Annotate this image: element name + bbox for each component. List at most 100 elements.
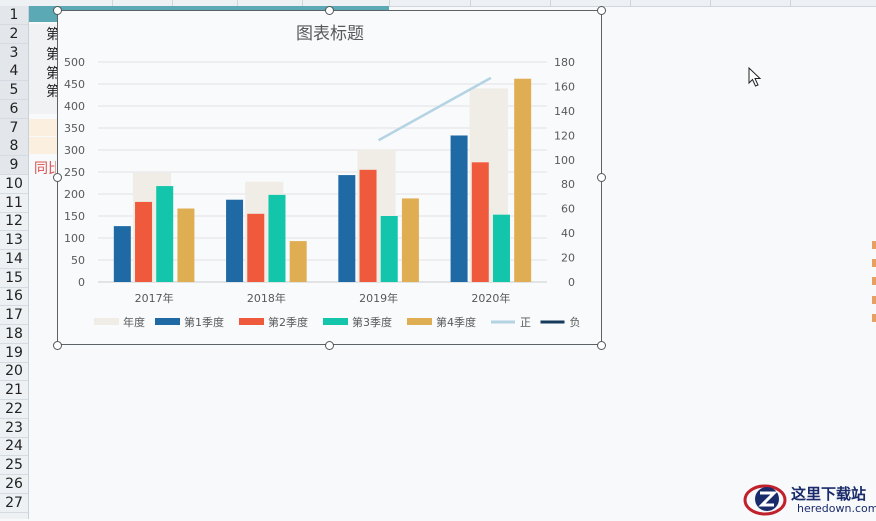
chart-area[interactable]: 图表标题 0 50 100 150 200 250 300 350 400 450 500 0 20 4… [57,10,602,345]
row-number[interactable]: 20 [0,362,28,382]
combo-chart: 图表标题 0 50 100 150 200 250 300 350 400 450 500 0 20 4… [64,24,581,329]
legend-label[interactable]: 第3季度 [352,315,392,329]
row-number[interactable]: 5 [0,81,28,100]
resize-handle-top-right[interactable] [597,6,606,15]
left-axis-tick-label: 50 [71,254,85,267]
right-axis-tick-label: 40 [561,227,575,240]
row-number[interactable]: 13 [0,231,28,250]
resize-handle-right[interactable] [597,173,606,182]
bar-第4季度[interactable] [289,241,307,282]
offscreen-cell-marker [872,296,876,304]
column-divider [630,0,631,6]
left-axis-tick-label: 450 [64,78,85,91]
resize-handle-bottom-right[interactable] [597,341,606,350]
legend-label[interactable]: 负 [570,315,581,329]
legend-label[interactable]: 第1季度 [184,315,224,329]
left-axis-tick-label: 150 [64,210,85,223]
bar-第4季度[interactable] [177,208,195,282]
row-number[interactable]: 21 [0,381,28,400]
bar-第1季度[interactable] [338,175,356,282]
bar-第3季度[interactable] [380,216,398,282]
row-number[interactable]: 6 [0,99,28,119]
row-number[interactable]: 25 [0,456,28,475]
left-axis-tick-label: 250 [64,166,85,179]
row-number[interactable]: 16 [0,287,28,307]
right-axis-tick-label: 20 [561,252,575,265]
left-axis-tick-label: 500 [64,56,85,69]
watermark-title: 这里下载站 [791,485,867,503]
row-number[interactable]: 27 [0,494,28,513]
row-number[interactable]: 15 [0,269,28,288]
bar-第3季度[interactable] [492,214,510,282]
right-axis-tick-label: 180 [554,56,575,69]
watermark-logo: 这里下载站 heredown.com [743,483,876,517]
left-axis-tick-label: 200 [64,188,85,201]
row-number[interactable]: 19 [0,344,28,363]
chart-title[interactable]: 图表标题 [296,24,364,44]
row-number[interactable]: 18 [0,325,28,344]
row-number[interactable]: 1 [0,6,28,25]
bar-第2季度[interactable] [471,162,489,282]
legend-label[interactable]: 年度 [123,315,145,329]
legend-swatch [239,318,264,325]
x-axis-category-label: 2017年 [135,291,174,305]
column-divider [790,0,791,6]
row-number[interactable]: 22 [0,400,28,419]
bar-第1季度[interactable] [450,135,468,282]
row-number[interactable]: 12 [0,212,28,232]
row-number[interactable]: 2 [0,24,28,44]
legend-swatch [94,318,119,325]
x-axis-category-label: 2020年 [471,291,510,305]
left-axis-tick-label: 400 [64,100,85,113]
offscreen-cell-marker [872,314,876,322]
column-divider [710,0,711,6]
row-number[interactable]: 17 [0,306,28,325]
right-axis-tick-label: 80 [561,178,575,191]
bar-第2季度[interactable] [135,201,153,282]
row-number[interactable]: 9 [0,156,28,175]
bar-第4季度[interactable] [401,198,419,282]
resize-handle-bottom[interactable] [325,341,334,350]
left-axis-tick-label: 0 [78,276,85,289]
sheet-cell-highlight[interactable] [29,137,59,154]
legend-label[interactable]: 第2季度 [268,315,308,329]
resize-handle-left[interactable] [53,173,62,182]
legend-label[interactable]: 第4季度 [436,315,476,329]
right-axis-tick-label: 60 [561,203,575,216]
mouse-cursor-icon [748,67,762,87]
column-divider [389,0,390,6]
bar-第1季度[interactable] [113,226,131,282]
row-header: 1 2 3 4 5 6 7 8 9 10 11 12 13 14 15 16 17 18 19 20 21 22 23 24 2… [0,6,29,519]
bar-第4季度[interactable] [514,78,532,282]
row-number[interactable]: 7 [0,118,28,138]
bar-第3季度[interactable] [268,194,286,282]
legend-swatch [407,318,432,325]
row-number[interactable]: 23 [0,419,28,438]
right-axis-tick-label: 120 [554,129,575,142]
bar-第1季度[interactable] [226,199,244,282]
row-number[interactable]: 14 [0,250,28,269]
column-divider [470,0,471,6]
row-number[interactable]: 11 [0,194,28,213]
row-number[interactable]: 10 [0,175,28,194]
offscreen-cell-marker [872,277,876,285]
resize-handle-bottom-left[interactable] [53,341,62,350]
resize-handle-top-left[interactable] [53,6,62,15]
offscreen-cell-marker [872,259,876,267]
bar-第2季度[interactable] [359,169,377,282]
x-axis-category-label: 2018年 [247,291,286,305]
row-number[interactable]: 3 [0,43,28,63]
x-axis-category-label: 2019年 [359,291,398,305]
row-number[interactable]: 24 [0,437,28,457]
sheet-cell-highlight[interactable] [29,119,59,136]
row-number[interactable]: 4 [0,62,28,82]
offscreen-cell-marker [872,241,876,249]
legend-swatch [323,318,348,325]
row-number[interactable]: 26 [0,475,28,494]
legend-label[interactable]: 正 [520,316,531,329]
bar-第3季度[interactable] [156,186,174,282]
row-number[interactable]: 8 [0,137,28,157]
bar-第2季度[interactable] [247,213,265,282]
resize-handle-top[interactable] [325,6,334,15]
right-axis-tick-label: 160 [554,80,575,93]
